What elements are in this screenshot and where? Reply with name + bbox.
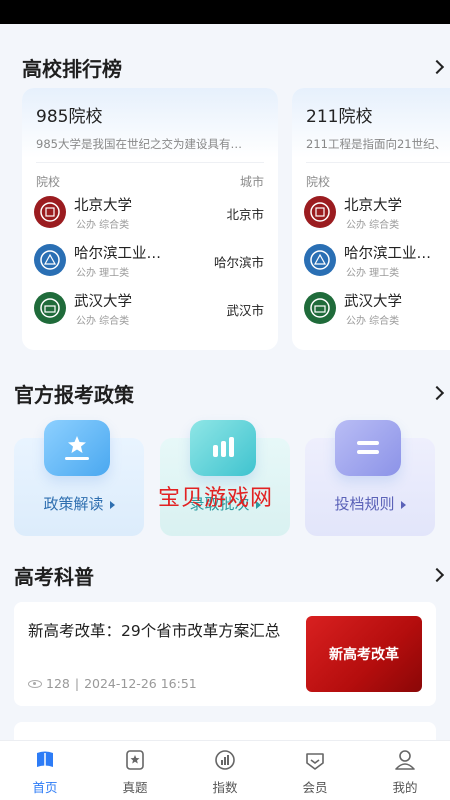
- university-row[interactable]: 北京大学 公办 综合类: [304, 192, 450, 232]
- whu-logo-icon: [34, 292, 66, 324]
- article-views: 128: [46, 676, 70, 691]
- ranking-card-desc: 985大学是我国在世纪之交为建设具有…: [36, 137, 242, 151]
- article-meta: 128 | 2024-12-26 16:51: [28, 676, 197, 691]
- university-row[interactable]: 武汉大学 公办 综合类: [304, 288, 450, 328]
- ranking-card-985[interactable]: 985院校 985大学是我国在世纪之交为建设具有… 院校 城市 北京大学 公办 …: [22, 88, 278, 350]
- article-thumb-text: 新高考改革: [329, 647, 399, 663]
- status-bar: [0, 0, 450, 24]
- pku-logo-icon: [304, 196, 336, 228]
- nav-item-home[interactable]: 首页: [0, 741, 90, 800]
- nav-item-index[interactable]: 指数: [180, 741, 270, 800]
- university-row[interactable]: 哈尔滨工业… 公办 理工类 哈尔滨市: [34, 240, 264, 280]
- ranking-card-title: 211院校: [306, 107, 373, 127]
- star-doc-icon: [44, 420, 110, 476]
- ranking-card-desc: 211工程是指面向21世纪、: [306, 137, 447, 151]
- divider: [36, 162, 264, 163]
- university-row[interactable]: 哈尔滨工业… 公办 理工类: [304, 240, 450, 280]
- column-header-school: 院校: [36, 175, 61, 189]
- university-name: 武汉大学: [74, 294, 132, 310]
- policy-section-title: 官方报考政策: [14, 382, 134, 407]
- university-meta: 公办 综合类: [346, 316, 400, 327]
- policy-tile-interpretation[interactable]: 政策解读: [14, 420, 144, 536]
- article-title: 新高考改革：29个省市改革方案汇总: [28, 622, 281, 640]
- university-meta: 公办 综合类: [76, 316, 130, 327]
- policy-tile-label: 政策解读: [14, 493, 144, 514]
- policy-section-header[interactable]: 官方报考政策: [0, 378, 450, 408]
- column-header-city: 城市: [239, 175, 264, 189]
- university-row[interactable]: 北京大学 公办 综合类 北京市: [34, 192, 264, 232]
- vip-icon: [304, 749, 326, 771]
- star-book-icon: [124, 749, 146, 771]
- university-name: 武汉大学: [344, 294, 402, 310]
- ranking-section-title: 高校排行榜: [22, 56, 122, 81]
- ranking-card-title: 985院校: [36, 107, 103, 127]
- article-card[interactable]: 新高考改革：29个省市改革方案汇总 128 | 2024-12-26 16:51…: [14, 602, 436, 706]
- home-icon: [34, 749, 56, 771]
- article-thumbnail: 新高考改革: [306, 616, 422, 692]
- eye-icon: [28, 679, 42, 688]
- watermark-text: 宝贝游戏网: [158, 486, 274, 511]
- policy-tile-filing-rules[interactable]: 投档规则: [305, 420, 435, 536]
- university-name: 哈尔滨工业…: [74, 246, 161, 262]
- policy-tile-label: 投档规则: [305, 493, 435, 514]
- nav-label: 会员: [302, 780, 328, 795]
- index-icon: [214, 749, 236, 771]
- nav-item-vip[interactable]: 会员: [270, 741, 360, 800]
- chevron-right-icon[interactable]: [429, 567, 445, 583]
- chevron-right-icon[interactable]: [429, 385, 445, 401]
- hit-logo-icon: [34, 244, 66, 276]
- whu-logo-icon: [304, 292, 336, 324]
- nav-item-questions[interactable]: 真题: [90, 741, 180, 800]
- nav-label: 首页: [32, 780, 58, 795]
- university-name: 北京大学: [344, 198, 402, 214]
- science-section-title: 高考科普: [14, 564, 94, 589]
- nav-item-profile[interactable]: 我的: [360, 741, 450, 800]
- university-meta: 公办 理工类: [346, 268, 400, 279]
- nav-label: 指数: [212, 780, 238, 795]
- meta-separator: |: [74, 676, 80, 691]
- article-date: 2024-12-26 16:51: [84, 676, 197, 691]
- university-meta: 公办 综合类: [346, 220, 400, 231]
- bar-chart-icon: [190, 420, 256, 476]
- list-icon: [335, 420, 401, 476]
- university-city: 北京市: [226, 207, 264, 222]
- chevron-right-icon[interactable]: [429, 59, 445, 75]
- column-header-school: 院校: [306, 175, 331, 189]
- university-city: 武汉市: [226, 303, 264, 318]
- pku-logo-icon: [34, 196, 66, 228]
- university-meta: 公办 综合类: [76, 220, 130, 231]
- profile-icon: [394, 749, 416, 771]
- university-name: 哈尔滨工业…: [344, 246, 431, 262]
- science-section-header[interactable]: 高考科普: [0, 560, 450, 590]
- nav-label: 真题: [122, 780, 148, 795]
- university-name: 北京大学: [74, 198, 132, 214]
- ranking-card-211[interactable]: 211院校 211工程是指面向21世纪、 院校 北京大学 公办 综合类 哈尔滨工…: [292, 88, 450, 350]
- university-city: 哈尔滨市: [213, 255, 264, 270]
- ranking-section-header[interactable]: 高校排行榜: [0, 52, 450, 82]
- bottom-nav: 首页 真题 指数 会员 我的: [0, 740, 450, 800]
- nav-label: 我的: [392, 780, 418, 795]
- hit-logo-icon: [304, 244, 336, 276]
- university-row[interactable]: 武汉大学 公办 综合类 武汉市: [34, 288, 264, 328]
- university-meta: 公办 理工类: [76, 268, 130, 279]
- divider: [306, 162, 450, 163]
